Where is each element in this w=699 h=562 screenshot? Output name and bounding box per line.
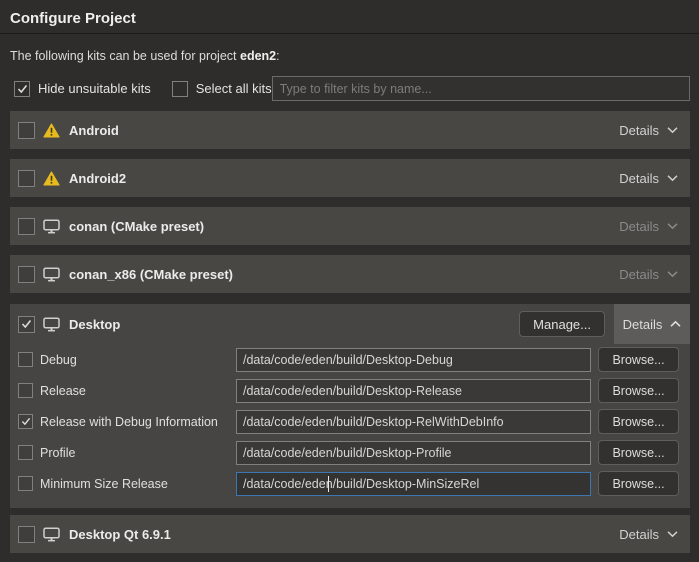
kit-name: Desktop xyxy=(69,317,120,332)
browse-button[interactable]: Browse... xyxy=(598,378,679,403)
kit-name: Android xyxy=(69,123,119,138)
details-label: Details xyxy=(619,267,659,282)
hide-unsuitable-kits-label: Hide unsuitable kits xyxy=(38,81,151,96)
kit-checkbox[interactable] xyxy=(18,266,35,283)
checkbox-unchecked-icon xyxy=(172,81,188,97)
config-checkbox[interactable] xyxy=(18,352,33,367)
kit-name: conan (CMake preset) xyxy=(69,219,204,234)
kit-card-desktop: Desktop Manage... Details Debug Browse..… xyxy=(10,304,690,508)
details-label: Details xyxy=(619,171,659,186)
details-button[interactable]: Details xyxy=(619,123,678,138)
checkbox-checked-icon xyxy=(14,81,30,97)
kit-row-conan: conan (CMake preset) Details xyxy=(10,207,690,245)
chevron-down-icon xyxy=(667,174,678,182)
kit-filter-input[interactable] xyxy=(272,76,690,101)
config-checkbox[interactable] xyxy=(18,476,33,491)
desktop-icon xyxy=(43,267,60,282)
kit-checkbox[interactable] xyxy=(18,316,35,333)
config-label: Minimum Size Release xyxy=(40,477,236,491)
desktop-icon xyxy=(43,317,60,332)
browse-button[interactable]: Browse... xyxy=(598,440,679,465)
kit-filter-toolbar: Hide unsuitable kits Select all kits xyxy=(14,76,690,101)
desktop-icon xyxy=(43,527,60,542)
kit-checkbox[interactable] xyxy=(18,122,35,139)
chevron-up-icon xyxy=(670,320,681,328)
build-config-row-minsizerel: Minimum Size Release Browse... xyxy=(10,468,690,499)
build-config-row-relwithdebinfo: Release with Debug Information Browse... xyxy=(10,406,690,437)
chevron-down-icon xyxy=(667,270,678,278)
kit-row-android2: Android2 Details xyxy=(10,159,690,197)
kit-checkbox[interactable] xyxy=(18,218,35,235)
kit-name: Desktop Qt 6.9.1 xyxy=(69,527,171,542)
build-dir-input-debug[interactable] xyxy=(236,348,591,372)
chevron-down-icon xyxy=(667,126,678,134)
details-button[interactable]: Details xyxy=(619,219,678,234)
build-dir-input-relwithdebinfo[interactable] xyxy=(236,410,591,434)
desktop-icon xyxy=(43,219,60,234)
build-config-row-profile: Profile Browse... xyxy=(10,437,690,468)
build-dir-input-profile[interactable] xyxy=(236,441,591,465)
details-button[interactable]: Details xyxy=(619,527,678,542)
intro-text-after: : xyxy=(276,49,279,63)
kit-checkbox[interactable] xyxy=(18,170,35,187)
build-config-row-release: Release Browse... xyxy=(10,375,690,406)
build-dir-input-release[interactable] xyxy=(236,379,591,403)
kit-name: conan_x86 (CMake preset) xyxy=(69,267,233,282)
config-checkbox[interactable] xyxy=(18,383,33,398)
build-dir-input-minsizerel[interactable] xyxy=(236,472,591,496)
warning-icon xyxy=(43,171,60,186)
intro-text: The following kits can be used for proje… xyxy=(10,49,689,63)
details-label: Details xyxy=(619,219,659,234)
details-label: Details xyxy=(619,123,659,138)
details-label: Details xyxy=(623,317,663,332)
details-label: Details xyxy=(619,527,659,542)
hide-unsuitable-kits-checkbox[interactable]: Hide unsuitable kits xyxy=(14,81,151,97)
config-label: Release with Debug Information xyxy=(40,415,236,429)
build-config-row-debug: Debug Browse... xyxy=(10,344,690,375)
details-button-expanded[interactable]: Details xyxy=(614,304,690,344)
select-all-kits-label: Select all kits xyxy=(196,81,272,96)
details-button[interactable]: Details xyxy=(619,171,678,186)
project-name: eden2 xyxy=(240,49,276,63)
browse-button[interactable]: Browse... xyxy=(598,471,679,496)
details-button[interactable]: Details xyxy=(619,267,678,282)
kit-row-desktop: Desktop Manage... Details xyxy=(10,304,690,344)
kit-checkbox[interactable] xyxy=(18,526,35,543)
chevron-down-icon xyxy=(667,222,678,230)
kit-row-desktop-qt: Desktop Qt 6.9.1 Details xyxy=(10,515,690,553)
kit-name: Android2 xyxy=(69,171,126,186)
browse-button[interactable]: Browse... xyxy=(598,409,679,434)
warning-icon xyxy=(43,123,60,138)
config-label: Profile xyxy=(40,446,236,460)
kit-row-conan-x86: conan_x86 (CMake preset) Details xyxy=(10,255,690,293)
text-cursor xyxy=(328,476,329,492)
intro-text-before: The following kits can be used for proje… xyxy=(10,49,237,63)
page-title: Configure Project xyxy=(0,0,699,34)
config-checkbox[interactable] xyxy=(18,414,33,429)
manage-button[interactable]: Manage... xyxy=(519,311,605,337)
select-all-kits-checkbox[interactable]: Select all kits xyxy=(172,81,272,97)
kit-row-android: Android Details xyxy=(10,111,690,149)
config-label: Debug xyxy=(40,353,236,367)
config-label: Release xyxy=(40,384,236,398)
config-checkbox[interactable] xyxy=(18,445,33,460)
browse-button[interactable]: Browse... xyxy=(598,347,679,372)
chevron-down-icon xyxy=(667,530,678,538)
